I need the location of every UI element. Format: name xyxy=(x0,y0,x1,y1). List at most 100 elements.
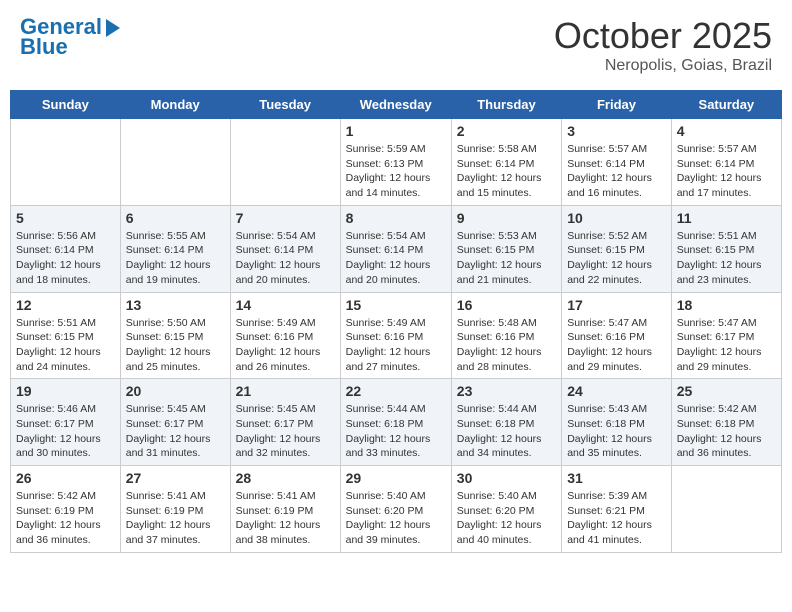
day-info: Sunrise: 5:48 AM Sunset: 6:16 PM Dayligh… xyxy=(457,316,556,375)
day-number: 14 xyxy=(236,297,335,313)
logo: General Blue xyxy=(20,15,120,59)
day-number: 30 xyxy=(457,470,556,486)
day-number: 17 xyxy=(567,297,666,313)
day-info: Sunrise: 5:44 AM Sunset: 6:18 PM Dayligh… xyxy=(346,402,446,461)
day-info: Sunrise: 5:41 AM Sunset: 6:19 PM Dayligh… xyxy=(236,489,335,548)
day-info: Sunrise: 5:40 AM Sunset: 6:20 PM Dayligh… xyxy=(346,489,446,548)
day-info: Sunrise: 5:52 AM Sunset: 6:15 PM Dayligh… xyxy=(567,229,666,288)
col-sunday: Sunday xyxy=(11,91,121,119)
logo-arrow-icon xyxy=(106,19,120,37)
table-row: 19 Sunrise: 5:46 AM Sunset: 6:17 PM Dayli… xyxy=(11,379,121,466)
table-row xyxy=(120,119,230,206)
table-row xyxy=(671,466,781,553)
col-thursday: Thursday xyxy=(451,91,561,119)
day-info: Sunrise: 5:47 AM Sunset: 6:16 PM Dayligh… xyxy=(567,316,666,375)
day-number: 3 xyxy=(567,123,666,139)
day-number: 4 xyxy=(677,123,776,139)
calendar-week-row: 26 Sunrise: 5:42 AM Sunset: 6:19 PM Dayli… xyxy=(11,466,782,553)
day-number: 6 xyxy=(126,210,225,226)
day-info: Sunrise: 5:55 AM Sunset: 6:14 PM Dayligh… xyxy=(126,229,225,288)
day-info: Sunrise: 5:57 AM Sunset: 6:14 PM Dayligh… xyxy=(567,142,666,201)
day-info: Sunrise: 5:51 AM Sunset: 6:15 PM Dayligh… xyxy=(16,316,115,375)
table-row: 18 Sunrise: 5:47 AM Sunset: 6:17 PM Dayli… xyxy=(671,292,781,379)
calendar-week-row: 12 Sunrise: 5:51 AM Sunset: 6:15 PM Dayli… xyxy=(11,292,782,379)
day-number: 25 xyxy=(677,383,776,399)
day-number: 10 xyxy=(567,210,666,226)
day-number: 27 xyxy=(126,470,225,486)
table-row: 29 Sunrise: 5:40 AM Sunset: 6:20 PM Dayli… xyxy=(340,466,451,553)
day-number: 8 xyxy=(346,210,446,226)
calendar-table: Sunday Monday Tuesday Wednesday Thursday… xyxy=(10,90,782,553)
day-info: Sunrise: 5:49 AM Sunset: 6:16 PM Dayligh… xyxy=(236,316,335,375)
day-number: 2 xyxy=(457,123,556,139)
day-number: 24 xyxy=(567,383,666,399)
day-info: Sunrise: 5:54 AM Sunset: 6:14 PM Dayligh… xyxy=(346,229,446,288)
table-row: 28 Sunrise: 5:41 AM Sunset: 6:19 PM Dayli… xyxy=(230,466,340,553)
day-info: Sunrise: 5:42 AM Sunset: 6:19 PM Dayligh… xyxy=(16,489,115,548)
day-number: 15 xyxy=(346,297,446,313)
table-row: 10 Sunrise: 5:52 AM Sunset: 6:15 PM Dayli… xyxy=(562,205,672,292)
day-number: 9 xyxy=(457,210,556,226)
day-info: Sunrise: 5:45 AM Sunset: 6:17 PM Dayligh… xyxy=(236,402,335,461)
day-info: Sunrise: 5:41 AM Sunset: 6:19 PM Dayligh… xyxy=(126,489,225,548)
table-row: 2 Sunrise: 5:58 AM Sunset: 6:14 PM Daylig… xyxy=(451,119,561,206)
day-number: 5 xyxy=(16,210,115,226)
day-info: Sunrise: 5:50 AM Sunset: 6:15 PM Dayligh… xyxy=(126,316,225,375)
table-row: 7Sunrise: 5:54 AM Sunset: 6:14 PM Daylig… xyxy=(230,205,340,292)
calendar-week-row: 19 Sunrise: 5:46 AM Sunset: 6:17 PM Dayli… xyxy=(11,379,782,466)
table-row: 21 Sunrise: 5:45 AM Sunset: 6:17 PM Dayli… xyxy=(230,379,340,466)
table-row: 4Sunrise: 5:57 AM Sunset: 6:14 PM Daylig… xyxy=(671,119,781,206)
day-info: Sunrise: 5:39 AM Sunset: 6:21 PM Dayligh… xyxy=(567,489,666,548)
table-row: 9 Sunrise: 5:53 AM Sunset: 6:15 PM Daylig… xyxy=(451,205,561,292)
day-number: 31 xyxy=(567,470,666,486)
location-subtitle: Neropolis, Goias, Brazil xyxy=(554,57,772,75)
table-row: 31 Sunrise: 5:39 AM Sunset: 6:21 PM Dayli… xyxy=(562,466,672,553)
table-row: 15Sunrise: 5:49 AM Sunset: 6:16 PM Dayli… xyxy=(340,292,451,379)
day-info: Sunrise: 5:51 AM Sunset: 6:15 PM Dayligh… xyxy=(677,229,776,288)
page-header: General Blue October 2025 Neropolis, Goi… xyxy=(10,10,782,80)
table-row: 25 Sunrise: 5:42 AM Sunset: 6:18 PM Dayli… xyxy=(671,379,781,466)
day-number: 28 xyxy=(236,470,335,486)
day-info: Sunrise: 5:46 AM Sunset: 6:17 PM Dayligh… xyxy=(16,402,115,461)
month-title: October 2025 xyxy=(554,15,772,57)
day-info: Sunrise: 5:59 AM Sunset: 6:13 PM Dayligh… xyxy=(346,142,446,201)
day-info: Sunrise: 5:40 AM Sunset: 6:20 PM Dayligh… xyxy=(457,489,556,548)
calendar-week-row: 5Sunrise: 5:56 AM Sunset: 6:14 PM Daylig… xyxy=(11,205,782,292)
title-block: October 2025 Neropolis, Goias, Brazil xyxy=(554,15,772,75)
day-number: 22 xyxy=(346,383,446,399)
calendar-header-row: Sunday Monday Tuesday Wednesday Thursday… xyxy=(11,91,782,119)
calendar-week-row: 1Sunrise: 5:59 AM Sunset: 6:13 PM Daylig… xyxy=(11,119,782,206)
table-row: 27 Sunrise: 5:41 AM Sunset: 6:19 PM Dayli… xyxy=(120,466,230,553)
day-info: Sunrise: 5:53 AM Sunset: 6:15 PM Dayligh… xyxy=(457,229,556,288)
table-row: 11Sunrise: 5:51 AM Sunset: 6:15 PM Dayli… xyxy=(671,205,781,292)
day-number: 29 xyxy=(346,470,446,486)
table-row: 12 Sunrise: 5:51 AM Sunset: 6:15 PM Dayli… xyxy=(11,292,121,379)
table-row: 23Sunrise: 5:44 AM Sunset: 6:18 PM Dayli… xyxy=(451,379,561,466)
day-number: 16 xyxy=(457,297,556,313)
col-monday: Monday xyxy=(120,91,230,119)
table-row: 13Sunrise: 5:50 AM Sunset: 6:15 PM Dayli… xyxy=(120,292,230,379)
col-wednesday: Wednesday xyxy=(340,91,451,119)
col-saturday: Saturday xyxy=(671,91,781,119)
day-info: Sunrise: 5:47 AM Sunset: 6:17 PM Dayligh… xyxy=(677,316,776,375)
table-row: 26 Sunrise: 5:42 AM Sunset: 6:19 PM Dayli… xyxy=(11,466,121,553)
day-number: 26 xyxy=(16,470,115,486)
day-number: 23 xyxy=(457,383,556,399)
day-number: 12 xyxy=(16,297,115,313)
day-number: 21 xyxy=(236,383,335,399)
day-number: 18 xyxy=(677,297,776,313)
day-info: Sunrise: 5:43 AM Sunset: 6:18 PM Dayligh… xyxy=(567,402,666,461)
day-number: 19 xyxy=(16,383,115,399)
table-row: 8 Sunrise: 5:54 AM Sunset: 6:14 PM Daylig… xyxy=(340,205,451,292)
day-info: Sunrise: 5:54 AM Sunset: 6:14 PM Dayligh… xyxy=(236,229,335,288)
table-row xyxy=(230,119,340,206)
table-row: 24 Sunrise: 5:43 AM Sunset: 6:18 PM Dayli… xyxy=(562,379,672,466)
col-friday: Friday xyxy=(562,91,672,119)
day-info: Sunrise: 5:45 AM Sunset: 6:17 PM Dayligh… xyxy=(126,402,225,461)
table-row: 3 Sunrise: 5:57 AM Sunset: 6:14 PM Daylig… xyxy=(562,119,672,206)
day-info: Sunrise: 5:42 AM Sunset: 6:18 PM Dayligh… xyxy=(677,402,776,461)
day-number: 20 xyxy=(126,383,225,399)
table-row: 16 Sunrise: 5:48 AM Sunset: 6:16 PM Dayli… xyxy=(451,292,561,379)
table-row: 6 Sunrise: 5:55 AM Sunset: 6:14 PM Daylig… xyxy=(120,205,230,292)
day-info: Sunrise: 5:58 AM Sunset: 6:14 PM Dayligh… xyxy=(457,142,556,201)
